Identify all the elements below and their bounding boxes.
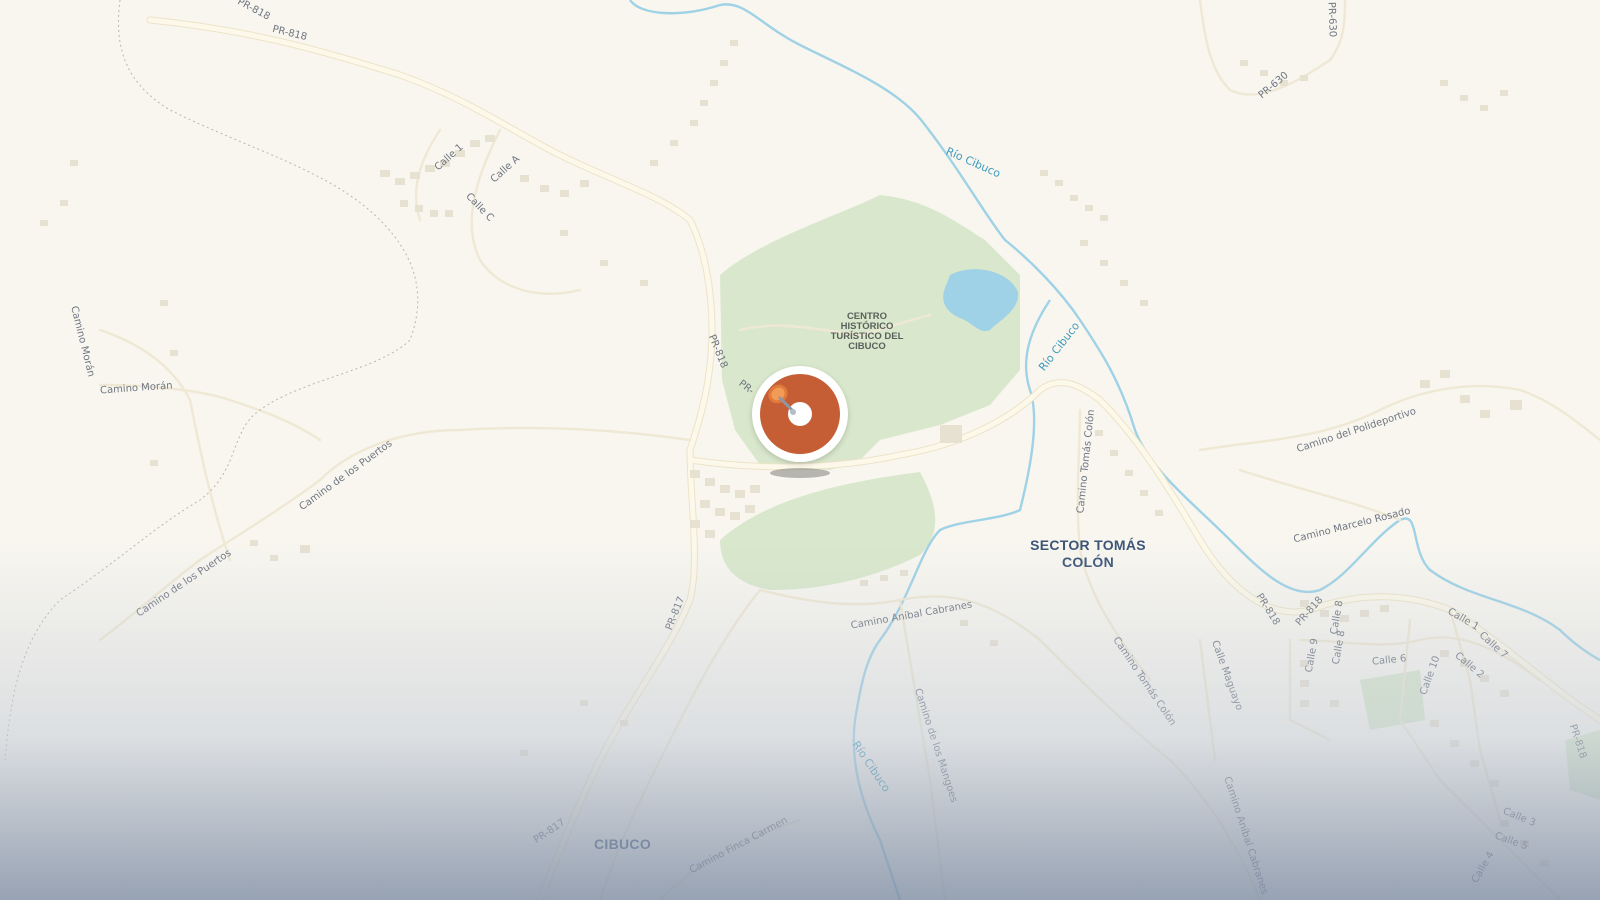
- pin-icon: [768, 384, 796, 415]
- place-label-cibuco: CIBUCO: [594, 836, 652, 852]
- road-label-pr630-a: PR-630: [1325, 1, 1338, 38]
- place-label-sector-tomas-colon: SECTOR TOMÁS COLÓN: [1026, 537, 1150, 571]
- marker-shadow: [770, 468, 830, 478]
- place-label-line-2: COLÓN: [1061, 554, 1115, 570]
- park-area-east: [1360, 670, 1425, 730]
- poi-label-line-4: CIBUCO: [848, 341, 886, 352]
- place-label-line-1: SECTOR TOMÁS: [1030, 537, 1146, 553]
- poi-label-centro-historico[interactable]: CENTRO HISTÓRICO TURÍSTICO DEL CIBUCO: [824, 312, 910, 352]
